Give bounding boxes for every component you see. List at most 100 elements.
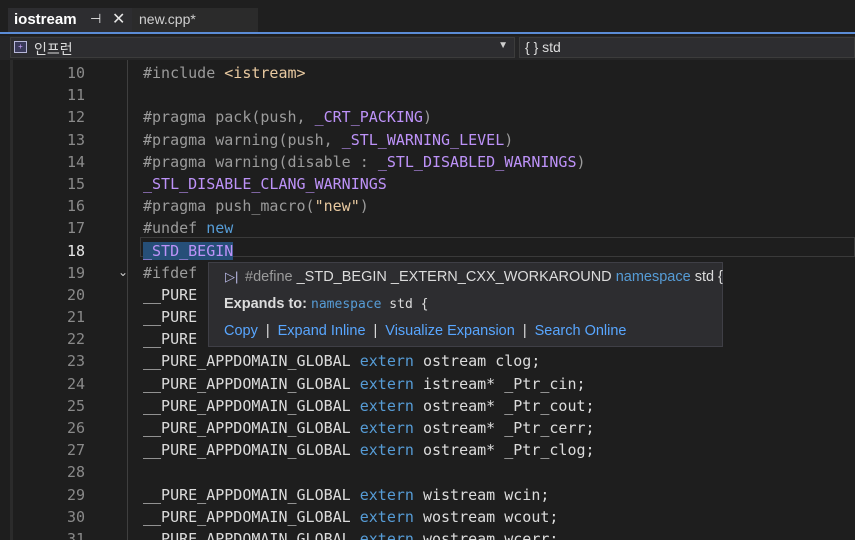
- line-number: 14: [66, 152, 85, 171]
- copy-link[interactable]: Copy: [224, 323, 258, 339]
- code-line[interactable]: 28: [0, 461, 855, 483]
- scope-label: { } std: [525, 39, 561, 55]
- code-line[interactable]: 23 __PURE_APPDOMAIN_GLOBAL extern ostream…: [0, 350, 855, 372]
- code-line[interactable]: 11: [0, 84, 855, 106]
- line-number: 27: [66, 441, 85, 460]
- tooltip-expansion: Expands to: namespace std {: [224, 296, 428, 312]
- code-token: extern: [359, 529, 414, 540]
- code-token: #pragma: [143, 197, 216, 216]
- code-token: ): [576, 152, 586, 171]
- code-token: extern: [359, 507, 414, 526]
- collapse-icon[interactable]: ⌄: [118, 261, 128, 283]
- code-text: __PURE_APPDOMAIN_GLOBAL extern ostream* …: [143, 395, 595, 417]
- expands-label: Expands to:: [224, 296, 307, 312]
- code-line[interactable]: 25 __PURE_APPDOMAIN_GLOBAL extern ostream…: [0, 395, 855, 417]
- code-token: ostream* _Ptr_clog;: [413, 441, 595, 460]
- code-token: new: [206, 219, 234, 238]
- code-line[interactable]: 30 __PURE_APPDOMAIN_GLOBAL extern wostrea…: [0, 506, 855, 528]
- code-token: warning(push,: [215, 130, 342, 149]
- scope-dropdown[interactable]: { } std: [519, 37, 855, 58]
- code-line[interactable]: 16 #pragma push_macro("new"): [0, 195, 855, 217]
- code-token: __PURE_APPDOMAIN_GLOBAL: [143, 419, 360, 437]
- code-line[interactable]: 15 _STL_DISABLE_CLANG_WARNINGS: [0, 173, 855, 195]
- code-text: #pragma warning(disable : _STL_DISABLED_…: [143, 151, 586, 173]
- code-line[interactable]: 14 #pragma warning(disable : _STL_DISABLE…: [0, 151, 855, 173]
- code-text: __PURE_APPDOMAIN_GLOBAL extern ostream* …: [143, 417, 595, 439]
- line-number: 30: [66, 507, 85, 526]
- navigation-bar: + 인프런 ▼ { } std: [0, 36, 855, 60]
- code-text: __PURE: [143, 328, 197, 350]
- code-token: wostream wcerr;: [413, 529, 559, 540]
- code-text: #pragma warning(push, _STL_WARNING_LEVEL…: [143, 129, 513, 151]
- project-dropdown[interactable]: + 인프런 ▼: [10, 37, 515, 58]
- code-token: _CRT_PACKING: [314, 108, 423, 127]
- namespace-keyword: namespace: [615, 269, 691, 285]
- code-token: __PURE_APPDOMAIN_GLOBAL: [143, 441, 360, 460]
- code-text: _STL_DISABLE_CLANG_WARNINGS: [143, 173, 387, 195]
- code-line[interactable]: 27 __PURE_APPDOMAIN_GLOBAL extern ostream…: [0, 439, 855, 461]
- code-token: ): [359, 197, 369, 216]
- expands-rest: std {: [381, 297, 429, 312]
- code-token: __PURE_APPDOMAIN_GLOBAL: [143, 352, 360, 371]
- code-line[interactable]: 13 #pragma warning(push, _STL_WARNING_LEV…: [0, 129, 855, 151]
- project-icon: +: [14, 41, 27, 53]
- code-token: <istream>: [224, 64, 306, 82]
- tooltip-actions: Copy | Expand Inline | Visualize Expansion | S…: [224, 323, 626, 339]
- code-text: #undef new: [143, 217, 233, 239]
- code-line[interactable]: 29 __PURE_APPDOMAIN_GLOBAL extern wistrea…: [0, 484, 855, 506]
- code-token: ): [504, 130, 514, 149]
- line-number: 24: [66, 374, 85, 393]
- code-token: extern: [359, 396, 414, 415]
- tab-iostream[interactable]: iostream ⊣ ✕: [8, 8, 132, 32]
- line-number: 23: [66, 352, 85, 371]
- code-token: __PURE_APPDOMAIN_GLOBAL: [143, 374, 360, 393]
- code-token: __PURE_APPDOMAIN_GLOBAL: [143, 507, 360, 526]
- code-token: #undef: [143, 219, 207, 238]
- close-icon[interactable]: ✕: [112, 9, 125, 29]
- code-text: __PURE: [143, 284, 197, 306]
- tab-title: iostream: [14, 11, 77, 28]
- code-token: __PURE_APPDOMAIN_GLOBAL: [143, 396, 360, 415]
- code-text: __PURE_APPDOMAIN_GLOBAL extern wistream …: [143, 484, 549, 506]
- code-line[interactable]: 17 #undef new: [0, 217, 855, 239]
- macro-name: _STD_BEGIN: [296, 269, 387, 285]
- code-token: extern: [359, 419, 414, 437]
- code-token: pack: [215, 108, 252, 127]
- code-token: __PURE: [143, 285, 198, 304]
- tab-new-cpp[interactable]: new.cpp*: [132, 8, 258, 32]
- code-line[interactable]: 24 __PURE_APPDOMAIN_GLOBAL extern istream…: [0, 373, 855, 395]
- code-token: __PURE_APPDOMAIN_GLOBAL: [143, 485, 360, 504]
- separator: |: [522, 323, 527, 339]
- pin-icon[interactable]: ⊣: [90, 11, 101, 27]
- code-line[interactable]: 26 __PURE_APPDOMAIN_GLOBAL extern ostream…: [0, 417, 855, 439]
- code-text: __PURE: [143, 306, 197, 328]
- code-token: __PURE_APPDOMAIN_GLOBAL: [143, 529, 360, 540]
- code-token: warning(disable :: [215, 152, 378, 171]
- code-token: extern: [359, 485, 414, 504]
- visualize-expansion-link[interactable]: Visualize Expansion: [385, 323, 515, 339]
- code-text: _STD_BEGIN: [143, 240, 234, 262]
- expands-keyword: namespace: [311, 297, 382, 312]
- line-number: 29: [66, 485, 85, 504]
- separator: |: [373, 323, 378, 339]
- search-online-link[interactable]: Search Online: [535, 323, 627, 339]
- code-line[interactable]: 10 #include <istream>: [0, 62, 855, 84]
- line-number: 16: [66, 197, 85, 216]
- code-token: #pragma: [143, 152, 216, 171]
- code-line[interactable]: 18 _STD_BEGIN: [0, 240, 855, 262]
- tab-strip: iostream ⊣ ✕ new.cpp*: [0, 0, 855, 34]
- line-number: 19: [66, 263, 85, 282]
- code-token: #pragma: [143, 130, 216, 149]
- expand-inline-link[interactable]: Expand Inline: [278, 323, 366, 339]
- separator: |: [265, 323, 270, 339]
- code-token: wostream wcout;: [413, 507, 559, 526]
- code-line[interactable]: 31 __PURE_APPDOMAIN_GLOBAL extern wostrea…: [0, 528, 855, 540]
- code-line[interactable]: 12 #pragma pack(push, _CRT_PACKING): [0, 106, 855, 128]
- line-number: 18: [66, 241, 85, 260]
- code-token: wistream wcin;: [413, 485, 550, 504]
- code-text: #include <istream>: [143, 62, 306, 84]
- code-token: #pragma: [143, 108, 216, 127]
- code-token: push_macro(: [215, 197, 315, 216]
- code-token: extern: [359, 352, 414, 371]
- code-token: _STL_DISABLE_CLANG_WARNINGS: [143, 174, 387, 193]
